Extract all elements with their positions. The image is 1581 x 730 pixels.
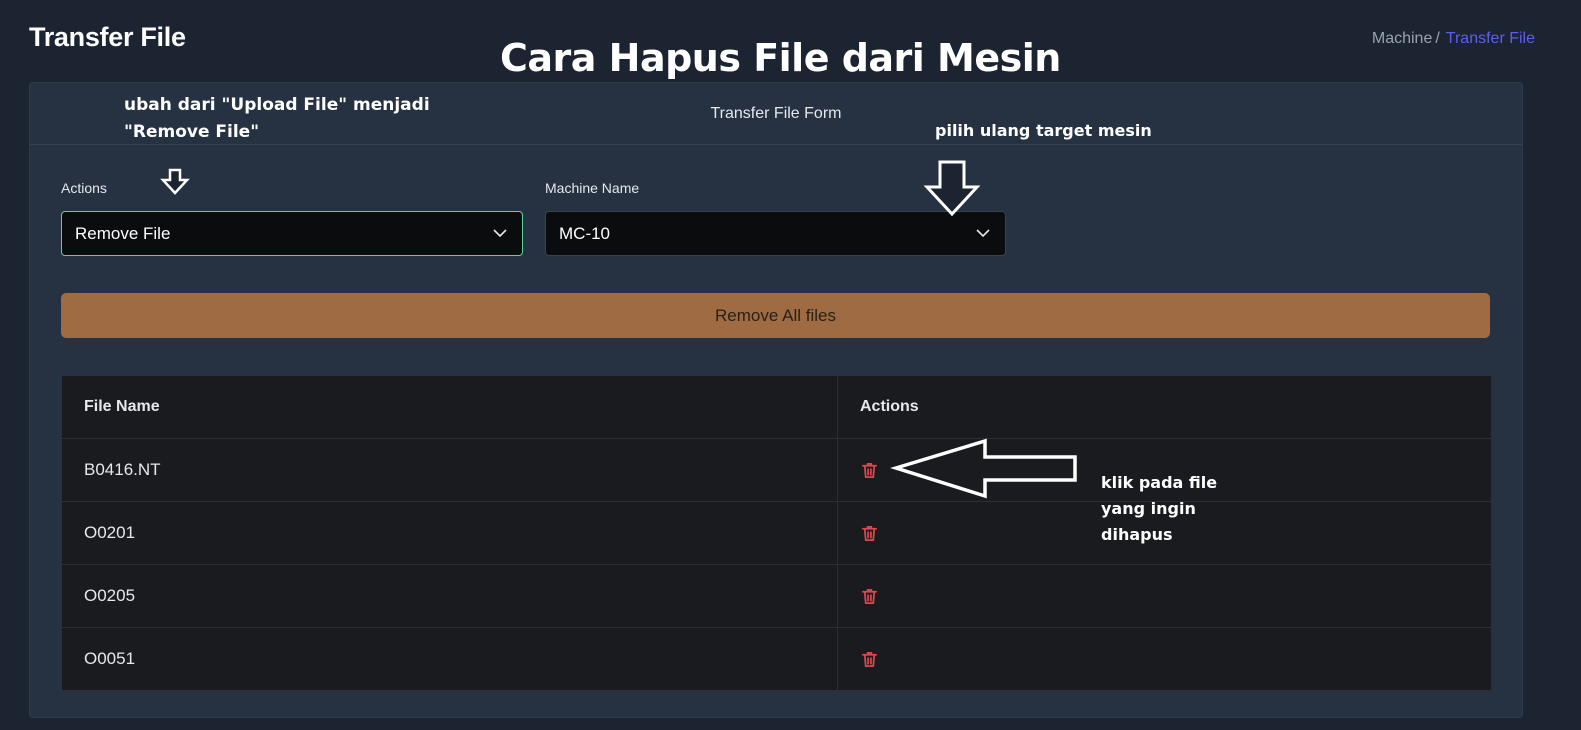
column-header-file-name: File Name	[62, 376, 838, 438]
table-row: B0416.NT	[62, 438, 1491, 501]
trash-icon[interactable]	[860, 587, 879, 606]
table-row: O0051	[62, 627, 1491, 690]
breadcrumb-separator: /	[1435, 30, 1440, 47]
note-delete-line: yang ingin	[1101, 499, 1196, 518]
breadcrumb-current: Transfer File	[1445, 30, 1535, 47]
actions-label: Actions	[61, 180, 107, 196]
chevron-down-icon	[976, 229, 990, 238]
down-arrow-icon	[923, 160, 981, 217]
trash-icon[interactable]	[860, 524, 879, 543]
note-delete: klik pada file yang ingin dihapus	[1101, 470, 1217, 548]
tutorial-title: Cara Hapus File dari Mesin	[500, 36, 1061, 80]
left-arrow-icon	[890, 438, 1077, 499]
trash-icon[interactable]	[860, 461, 879, 480]
actions-cell	[838, 628, 1491, 690]
note-actions-line: ubah dari "Upload File" menjadi	[124, 95, 430, 115]
note-machine: pilih ulang target mesin	[935, 121, 1152, 140]
note-delete-line: dihapus	[1101, 525, 1173, 544]
file-name-cell: O0051	[62, 628, 838, 690]
remove-all-files-button[interactable]: Remove All files	[61, 293, 1490, 338]
actions-select[interactable]: Remove File	[61, 211, 523, 256]
chevron-down-icon	[493, 229, 507, 238]
trash-icon[interactable]	[860, 650, 879, 669]
table-row: O0201	[62, 501, 1491, 564]
file-name-cell: O0201	[62, 502, 838, 564]
breadcrumb-machine[interactable]: Machine	[1372, 30, 1432, 47]
note-actions: ubah dari "Upload File" menjadi "Remove …	[124, 92, 430, 146]
file-name-cell: O0205	[62, 565, 838, 627]
column-header-actions: Actions	[860, 398, 919, 415]
machine-name-select[interactable]: MC-10	[545, 211, 1006, 256]
machine-name-label: Machine Name	[545, 180, 640, 196]
down-arrow-icon	[160, 168, 190, 195]
actions-select-value: Remove File	[75, 224, 171, 243]
breadcrumb: Machine / Transfer File	[1372, 30, 1535, 48]
file-name-cell: B0416.NT	[62, 439, 838, 501]
table-row: O0205	[62, 564, 1491, 627]
note-delete-line: klik pada file	[1101, 473, 1218, 492]
files-table: File Name Actions B0416.NT O0201 O0205 O…	[61, 375, 1492, 691]
actions-cell	[838, 565, 1491, 627]
machine-name-select-value: MC-10	[559, 224, 611, 243]
note-actions-line: "Remove File"	[124, 122, 260, 142]
page-title: Transfer File	[29, 22, 186, 52]
transfer-file-card: Transfer File Form Actions Remove File M…	[29, 82, 1523, 718]
table-header-row: File Name Actions	[62, 376, 1491, 438]
